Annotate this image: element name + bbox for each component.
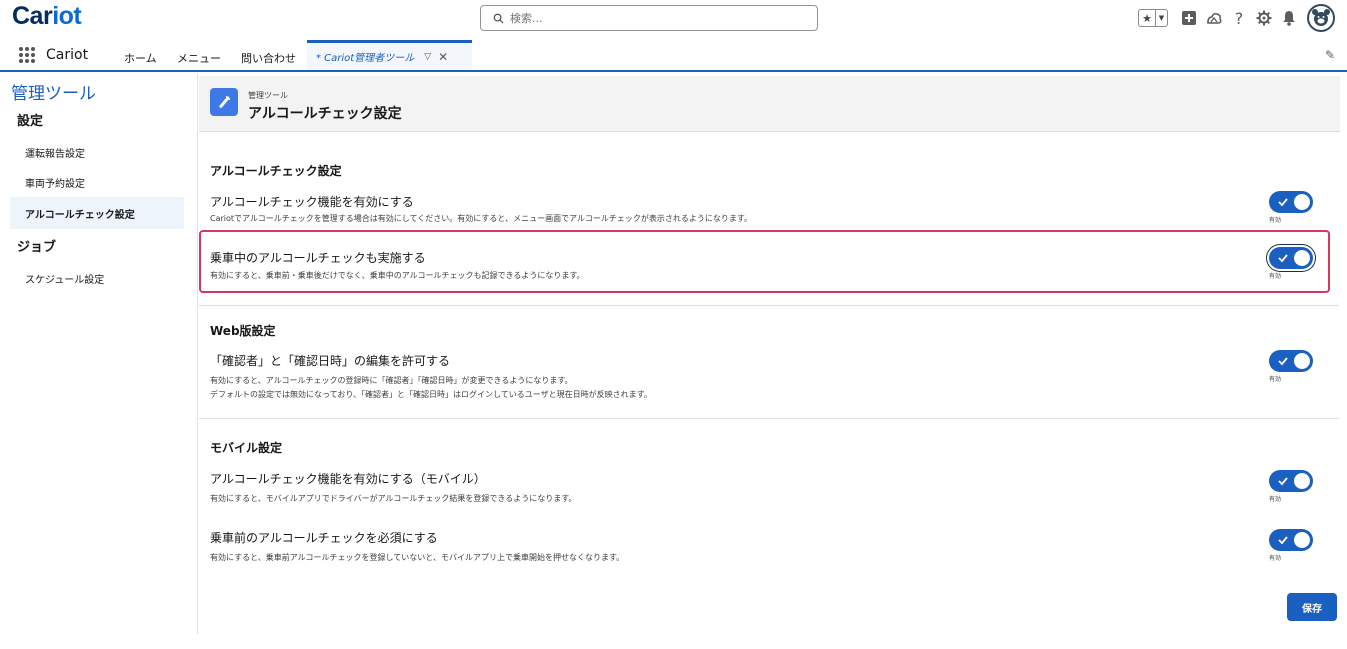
app-name: Cariot [46, 47, 89, 63]
toggle-require-pre-drive[interactable] [1269, 529, 1313, 551]
check-icon [1278, 477, 1288, 486]
sidebar-section-jobs: ジョブ [17, 240, 57, 255]
nav-item-menu[interactable]: メニュー [177, 50, 221, 66]
section-divider [199, 305, 1339, 306]
toggle-knob [1294, 353, 1310, 369]
sidebar-title: 管理ツール [11, 84, 96, 104]
toggle-status-label: 有効 [1269, 217, 1282, 224]
section-title-mobile: モバイル設定 [210, 441, 283, 455]
toggle-in-drive-check[interactable] [1269, 247, 1313, 269]
sidebar-item-alcohol-check[interactable]: アルコールチェック設定 [10, 197, 184, 229]
setting-label-require-pre-drive: 乗車前のアルコールチェックを必須にする [210, 531, 438, 545]
favorites-dropdown-icon[interactable]: ▼ [1155, 10, 1167, 26]
edit-nav-pencil-icon[interactable]: ✎ [1325, 48, 1335, 62]
page-header: 管理ツール アルコールチェック設定 [199, 76, 1340, 132]
section-title-web: Web版設定 [210, 324, 276, 338]
toggle-status-label: 有効 [1269, 376, 1282, 383]
check-icon [1278, 254, 1288, 263]
logo-accent-text: iot [52, 2, 82, 30]
toggle-knob [1294, 250, 1310, 266]
setting-desc-enable-alcohol-check: Cariotでアルコールチェックを管理する場合は有効にしてください。有効にすると… [210, 214, 753, 223]
toggle-knob [1294, 194, 1310, 210]
toggle-status-label: 有効 [1269, 555, 1282, 562]
nav-item-home[interactable]: ホーム [124, 50, 157, 66]
favorites-star-icon[interactable]: ★ [1139, 10, 1155, 26]
setting-desc-edit-confirmer: 有効にすると、アルコールチェックの登録時に「確認者」「確認日時」が変更できるよう… [210, 376, 573, 385]
check-icon [1278, 198, 1288, 207]
check-icon [1278, 357, 1288, 366]
settings-icon[interactable] [1253, 7, 1275, 29]
toggle-status-label: 有効 [1269, 273, 1282, 280]
global-header: Cariot ★ ▼ ? [0, 0, 1347, 36]
section-divider [199, 418, 1339, 419]
global-search[interactable] [480, 5, 818, 31]
setting-label-edit-confirmer: 「確認者」と「確認日時」の編集を許可する [210, 354, 451, 368]
app-window: Cariot ★ ▼ ? [0, 0, 1347, 649]
setting-label-in-drive-check: 乗車中のアルコールチェックも実施する [210, 251, 426, 265]
help-icon[interactable]: ? [1228, 7, 1250, 29]
favorites-group[interactable]: ★ ▼ [1138, 9, 1168, 27]
tool-icon [210, 88, 238, 116]
tab-admin-tool[interactable]: * Cariot管理者ツール ▽ ✕ [307, 40, 472, 70]
user-avatar[interactable] [1307, 4, 1335, 32]
sidebar-item-schedule[interactable]: スケジュール設定 [10, 262, 184, 294]
check-icon [1278, 536, 1288, 545]
sidebar-item-vehicle-reservation[interactable]: 車両予約設定 [10, 166, 184, 198]
sidebar-section-settings: 設定 [17, 114, 44, 129]
app-launcher-icon[interactable] [19, 47, 35, 63]
add-icon[interactable] [1178, 7, 1200, 29]
tab-admin-tool-label: * Cariot管理者ツール [316, 53, 415, 64]
toggle-enable-mobile[interactable] [1269, 470, 1313, 492]
search-input[interactable] [510, 11, 790, 25]
logo-text: Car [12, 2, 53, 30]
toggle-enable-alcohol-check[interactable] [1269, 191, 1313, 213]
toggle-knob [1294, 532, 1310, 548]
page-header-eyebrow: 管理ツール [248, 91, 288, 100]
cariot-logo[interactable]: Cariot [12, 2, 82, 31]
close-icon[interactable]: ✕ [438, 50, 448, 64]
page-title: アルコールチェック設定 [248, 106, 402, 122]
setting-label-enable-mobile: アルコールチェック機能を有効にする（モバイル） [210, 472, 486, 486]
toggle-knob [1294, 473, 1310, 489]
nav-item-inquiry[interactable]: 問い合わせ [241, 50, 296, 66]
section-title-alcohol-check: アルコールチェック設定 [210, 164, 342, 178]
sidebar-item-drive-report[interactable]: 運転報告設定 [10, 136, 184, 168]
search-icon [493, 13, 504, 24]
setting-desc-enable-mobile: 有効にすると、モバイルアプリでドライバーがアルコールチェック結果を登録できるよう… [210, 494, 577, 503]
save-button[interactable]: 保存 [1287, 593, 1337, 621]
toggle-status-label: 有効 [1269, 496, 1282, 503]
app-nav-bar: Cariot ホーム メニュー 問い合わせ * Cariot管理者ツール ▽ ✕… [0, 40, 1347, 72]
setting-desc-in-drive-check: 有効にすると、乗車前・乗車後だけでなく、乗車中のアルコールチェックも記録できるよ… [210, 271, 585, 280]
sidebar: 管理ツール 設定 運転報告設定 車両予約設定 アルコールチェック設定 ジョブ ス… [0, 74, 198, 634]
trailhead-icon[interactable] [1203, 7, 1225, 29]
setting-label-enable-alcohol-check: アルコールチェック機能を有効にする [210, 195, 414, 209]
setting-desc2-edit-confirmer: デフォルトの設定では無効になっており、「確認者」と「確認日時」はログインしている… [210, 390, 652, 399]
chevron-down-icon[interactable]: ▽ [424, 52, 431, 62]
setting-desc-require-pre-drive: 有効にすると、乗車前アルコールチェックを登録していないと、モバイルアプリ上で乗車… [210, 553, 625, 562]
header-utility-icons: ★ ▼ ? [1138, 4, 1335, 32]
notification-bell-icon[interactable] [1278, 7, 1300, 29]
toggle-edit-confirmer[interactable] [1269, 350, 1313, 372]
